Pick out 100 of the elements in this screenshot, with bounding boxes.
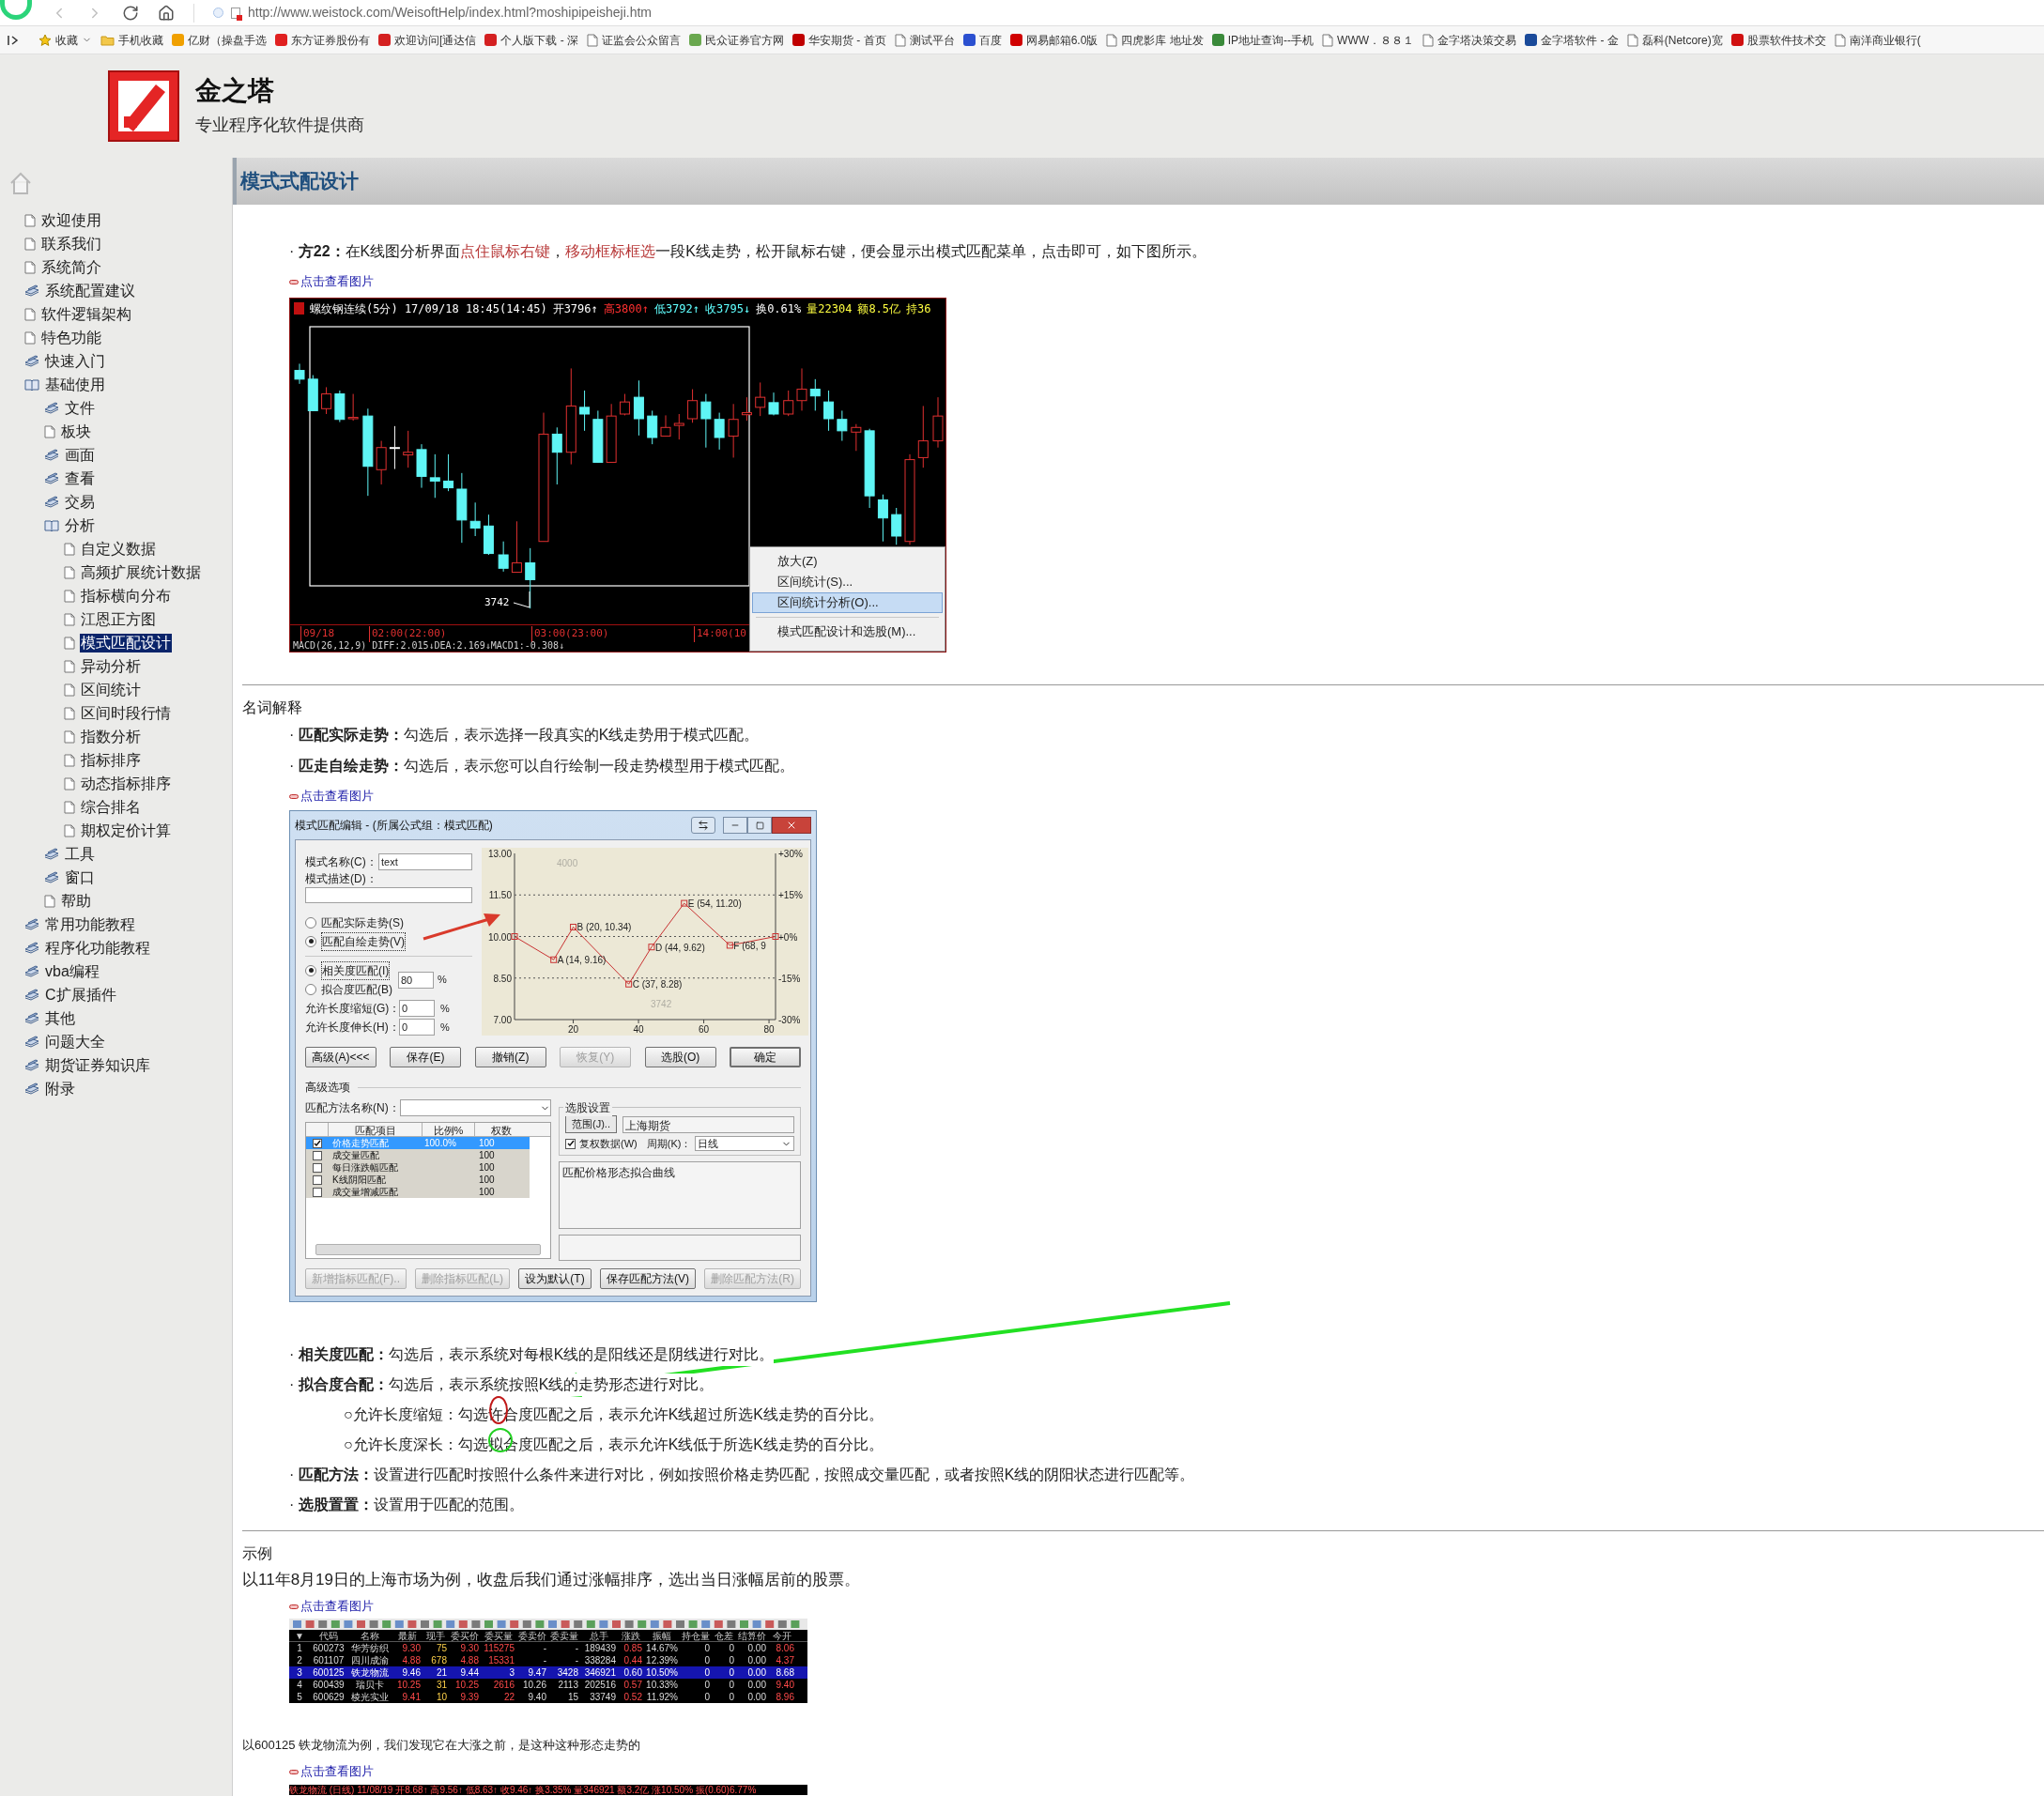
nav-link[interactable]: 指数分析	[80, 727, 142, 746]
nav-link[interactable]: 异动分析	[80, 656, 142, 676]
bookmark-link[interactable]: 收藏	[55, 31, 78, 49]
bookmark-link[interactable]: 百度	[978, 31, 1002, 49]
nav-link[interactable]: vba编程	[44, 961, 100, 981]
reload-button[interactable]	[122, 4, 139, 22]
dialog-button[interactable]: 高级(A)<<<	[305, 1047, 377, 1067]
dialog-button[interactable]: 保存(E)	[390, 1047, 462, 1067]
nav-link[interactable]: 软件逻辑架构	[40, 304, 132, 324]
nav-link[interactable]: 程序化功能教程	[44, 938, 151, 958]
nav-link[interactable]: 区间时段行情	[80, 703, 172, 723]
close-button[interactable]	[772, 817, 811, 834]
checkbox[interactable]	[313, 1150, 322, 1160]
dialog-button[interactable]: 保存匹配方法(V)	[600, 1268, 696, 1289]
nav-link[interactable]: C扩展插件	[44, 985, 117, 1005]
menu-item[interactable]: 模式匹配设计和选股(M)...	[752, 622, 943, 642]
bookmark-link[interactable]: 东方证券股份有	[291, 31, 370, 49]
dialog-button[interactable]: 确定	[729, 1047, 801, 1067]
bookmark-link[interactable]: 股票软件技术交	[1746, 31, 1826, 49]
nav-link[interactable]: 综合排名	[80, 797, 142, 817]
range-button[interactable]: 范围(J)..	[565, 1115, 617, 1133]
nav-link[interactable]: 指标横向分布	[80, 586, 172, 606]
table-row[interactable]: 成交量匹配 100	[306, 1149, 530, 1161]
bookmark-link[interactable]: 四虎影库 地址发	[1121, 31, 1204, 49]
nav-link[interactable]: 画面	[64, 445, 96, 465]
nav-link[interactable]: 区间统计	[80, 680, 142, 699]
bookmark-link[interactable]: 亿财（操盘手选	[188, 31, 267, 49]
bookmark-link[interactable]: 华安期货 - 首页	[808, 31, 886, 49]
nav-link[interactable]: 联系我们	[40, 234, 102, 253]
table-row[interactable]: 2 601107 四川成渝 4.88 678 4.88 15331 - - 338284 0.44 12.39% 0 0 0.00 4.37	[289, 1654, 807, 1666]
bookmark-link[interactable]: IP地址查询--手机	[1227, 31, 1314, 49]
nav-link[interactable]: 查看	[64, 468, 96, 488]
method-dropdown[interactable]	[399, 1099, 551, 1116]
bookmark-link[interactable]: 个人版下载 - 深	[500, 31, 578, 49]
threshold-input[interactable]: 80	[398, 971, 434, 989]
table-row[interactable]: K线阴阳匹配 100	[306, 1174, 530, 1186]
bookmark-link[interactable]: 手机收藏	[118, 31, 163, 49]
nav-link[interactable]: 分析	[64, 515, 96, 535]
menu-item[interactable]: 区间统计分析(O)...	[752, 592, 943, 613]
nav-link[interactable]: 期货证券知识库	[44, 1055, 151, 1075]
nav-link[interactable]: 窗口	[64, 867, 96, 887]
maximize-button[interactable]	[747, 817, 772, 834]
length-input[interactable]: 0	[399, 999, 435, 1017]
length-input[interactable]: 0	[399, 1018, 435, 1036]
nav-link[interactable]: 欢迎使用	[40, 210, 102, 230]
nav-link[interactable]: 常用功能教程	[44, 914, 136, 934]
sidebar-toggle-icon[interactable]	[8, 34, 21, 46]
home-button[interactable]	[158, 4, 175, 22]
checkbox[interactable]	[565, 1138, 576, 1149]
checkbox[interactable]	[313, 1174, 322, 1185]
nav-link[interactable]: 文件	[64, 398, 96, 418]
nav-link[interactable]: 高频扩展统计数据	[80, 562, 202, 582]
view-image-link[interactable]: 点击查看图片	[300, 1597, 374, 1616]
nav-link[interactable]: 江恩正方图	[80, 609, 157, 629]
table-row[interactable]: 3 600125 铁龙物流 9.46 21 9.44 3 9.47 3428 346921 0.60 10.50% 0 0 0.00 8.68	[289, 1666, 807, 1679]
minimize-button[interactable]	[723, 817, 747, 834]
view-image-link[interactable]: 点击查看图片	[300, 272, 374, 291]
bookmark-link[interactable]: 磊科(Netcore)宽	[1641, 31, 1723, 49]
nav-link[interactable]: 特色功能	[40, 328, 102, 347]
bookmark-link[interactable]: WWW．８８１	[1337, 31, 1415, 49]
nav-link[interactable]: 指标排序	[80, 750, 142, 770]
dialog-button[interactable]: 选股(O)	[644, 1047, 716, 1067]
bookmark-link[interactable]: 南洋商业银行(	[1849, 31, 1921, 49]
range-field[interactable]: 上海期货	[622, 1115, 794, 1133]
menu-item[interactable]: 区间统计(S)...	[752, 572, 943, 592]
nav-link[interactable]: 其他	[44, 1008, 76, 1028]
nav-link[interactable]: 问题大全	[44, 1032, 106, 1052]
menu-item[interactable]: 放大(Z)	[752, 551, 943, 572]
nav-link[interactable]: 交易	[64, 492, 96, 512]
nav-link[interactable]: 快速入门	[44, 351, 106, 371]
nav-link[interactable]: 板块	[60, 422, 92, 441]
nav-link[interactable]: 系统简介	[40, 257, 102, 277]
nav-link[interactable]: 系统配置建议	[44, 281, 136, 300]
table-row[interactable]: 每日涨跌幅匹配 100	[306, 1161, 530, 1174]
view-image-link[interactable]: 点击查看图片	[300, 787, 374, 806]
view-image-link[interactable]: 点击查看图片	[300, 1762, 374, 1781]
nav-link[interactable]: 工具	[64, 844, 96, 864]
address-bar[interactable]: http://www.weistock.com/WeisoftHelp/index.html?moshipipeisheji.htm	[213, 2, 662, 23]
bookmark-link[interactable]: 测试平台	[909, 31, 955, 49]
radio-button[interactable]	[305, 916, 316, 929]
description-textarea[interactable]: 匹配价格形态拟合曲线	[559, 1161, 801, 1229]
radio-button[interactable]	[305, 964, 316, 976]
checkbox[interactable]	[313, 1138, 322, 1148]
bookmark-link[interactable]: 证监会公众留言	[602, 31, 681, 49]
radio-button[interactable]	[305, 935, 316, 947]
name-input[interactable]: text	[378, 853, 472, 871]
table-row[interactable]: 5 600629 棱光实业 9.41 10 9.39 22 9.40 15 33749 0.52 11.92% 0 0 0.00 8.96	[289, 1691, 807, 1703]
nav-link[interactable]: 期权定价计算	[80, 821, 172, 840]
table-row[interactable]: 1 600273 华芳纺织 9.30 75 9.30 115275 - - 189439 0.85 14.67% 0 0 0.00 8.06	[289, 1642, 807, 1654]
nav-link[interactable]: 动态指标排序	[80, 774, 172, 793]
table-row[interactable]: 4 600439 瑞贝卡 10.25 31 10.25 2616 10.26 2113 202516 0.57 10.33% 0 0 0.00 9.40	[289, 1679, 807, 1691]
nav-link[interactable]: 自定义数据	[80, 539, 157, 559]
description-input[interactable]	[305, 887, 472, 903]
bookmark-link[interactable]: 网易邮箱6.0版	[1025, 31, 1099, 49]
radio-button[interactable]	[305, 983, 316, 995]
bookmark-link[interactable]: 金字塔决策交易	[1437, 31, 1517, 49]
bookmark-link[interactable]: 欢迎访问[通达信	[394, 31, 477, 49]
nav-link[interactable]: 基础使用	[44, 375, 106, 394]
dialog-button[interactable]: 设为默认(T)	[518, 1268, 592, 1289]
restore-button[interactable]	[691, 817, 715, 834]
